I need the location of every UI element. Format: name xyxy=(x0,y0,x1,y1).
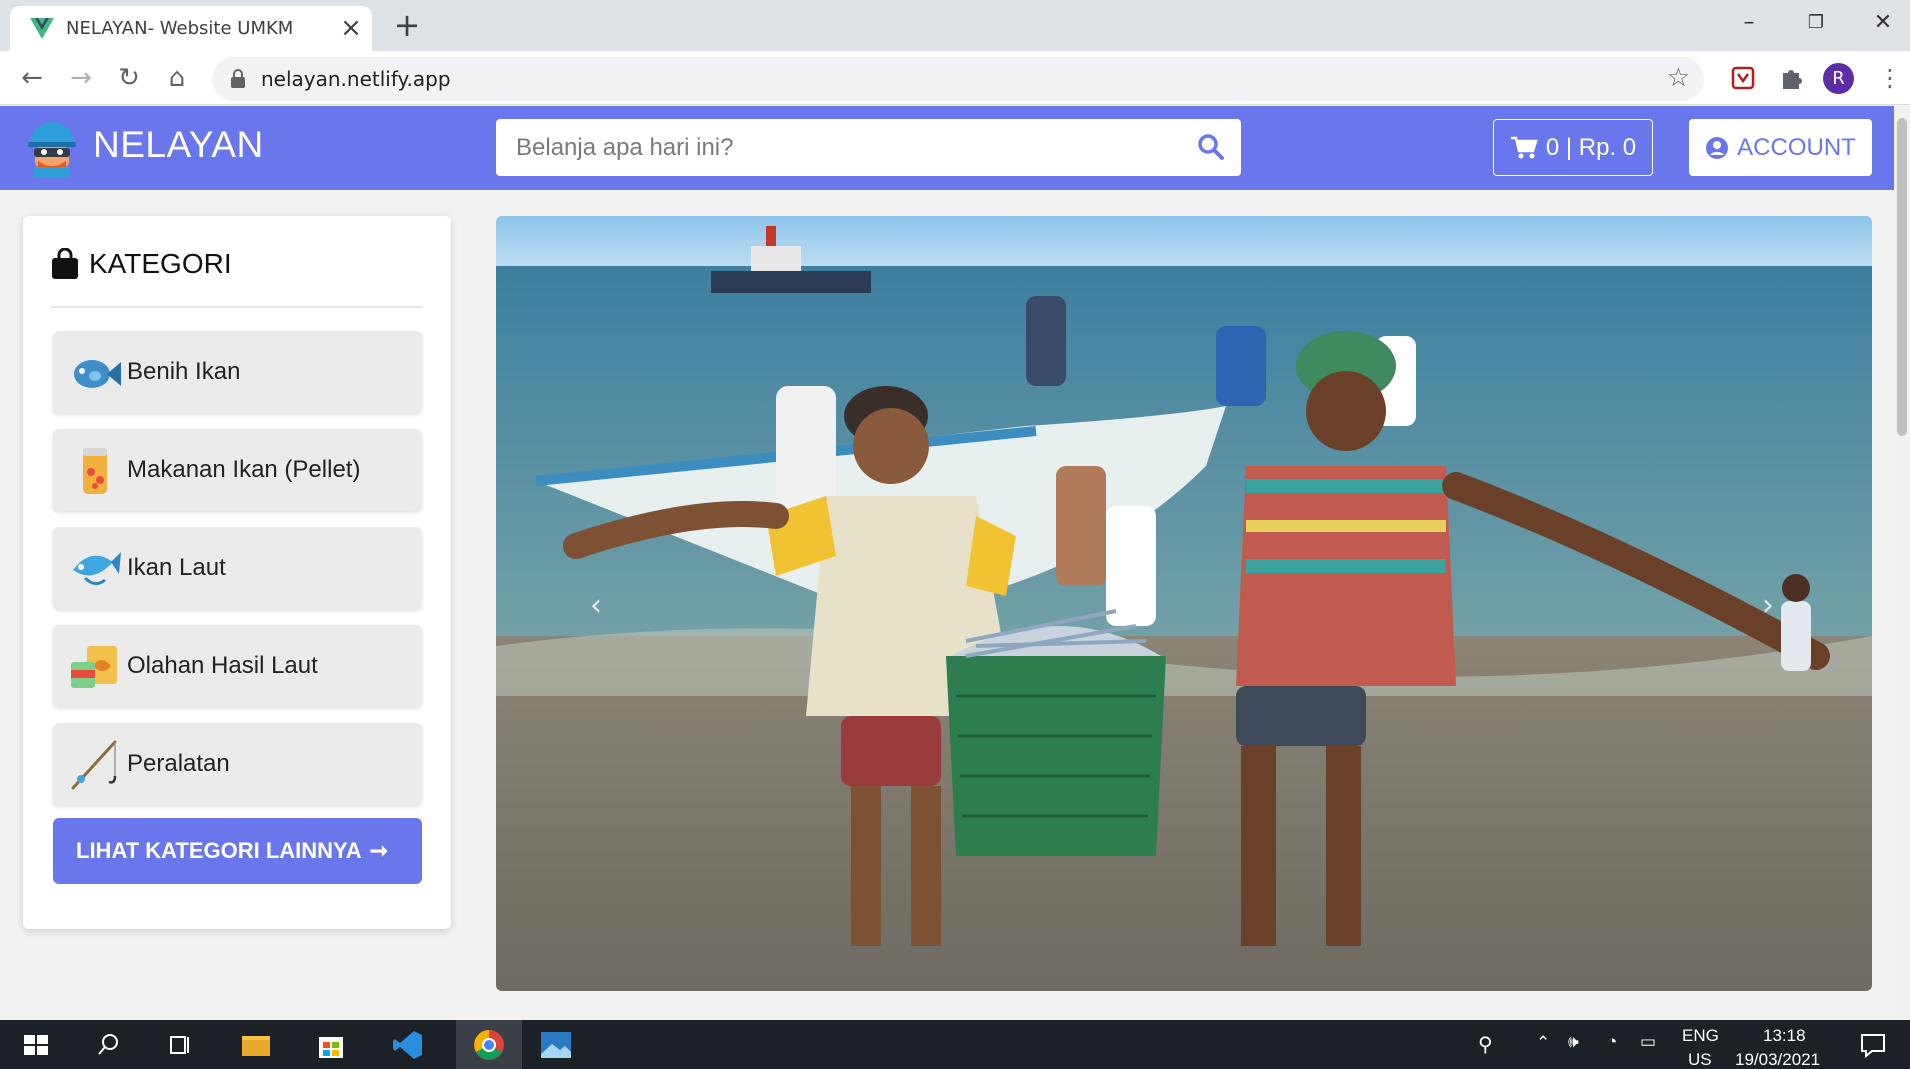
new-tab-button[interactable]: + xyxy=(390,8,424,42)
canned-seafood-icon xyxy=(71,646,117,688)
browser-menu-icon[interactable]: ⋮ xyxy=(1878,63,1902,93)
user-circle-icon xyxy=(1706,136,1729,159)
category-item-benih-ikan[interactable]: Benih Ikan xyxy=(53,331,422,413)
microsoft-store-icon[interactable] xyxy=(313,1028,349,1062)
shopping-cart-icon xyxy=(1510,136,1538,158)
language-region: US xyxy=(1688,1050,1712,1069)
vscode-icon[interactable] xyxy=(390,1028,426,1062)
vue-logo-icon xyxy=(30,18,54,39)
clock-time[interactable]: 13:18 xyxy=(1763,1026,1806,1046)
account-label: ACCOUNT xyxy=(1737,133,1856,161)
lock-icon xyxy=(231,69,245,88)
scrollbar-thumb[interactable] xyxy=(1897,118,1907,436)
browser-tab[interactable]: NELAYAN- Website UMKM × xyxy=(10,6,372,51)
profile-avatar[interactable]: R xyxy=(1823,63,1854,94)
category-title: KATEGORI xyxy=(89,248,232,279)
category-item-olahan-hasil-laut[interactable]: Olahan Hasil Laut xyxy=(53,625,422,707)
category-item-peralatan[interactable]: Peralatan xyxy=(53,723,422,805)
tab-title: NELAYAN- Website UMKM xyxy=(66,18,294,39)
category-label: Benih Ikan xyxy=(127,358,241,385)
arrow-right-icon: ➞ xyxy=(369,838,389,863)
category-divider xyxy=(51,306,423,308)
home-icon[interactable]: ⌂ xyxy=(159,60,195,96)
fish-food-can-icon xyxy=(83,448,107,494)
forward-arrow-icon[interactable]: → xyxy=(63,60,99,96)
category-item-ikan-laut[interactable]: Ikan Laut xyxy=(53,527,422,609)
chrome-icon xyxy=(474,1030,504,1060)
wifi-icon[interactable]: ◔ xyxy=(1607,1032,1617,1052)
hero-photo-fishermen xyxy=(496,216,1872,991)
photos-icon[interactable] xyxy=(538,1028,574,1062)
bookmark-star-icon[interactable]: ☆ xyxy=(1667,63,1690,93)
cart-button[interactable]: 0 | Rp. 0 xyxy=(1493,119,1653,176)
hero-carousel[interactable]: ‹ › xyxy=(496,216,1872,991)
chevron-up-icon[interactable]: ⌃ xyxy=(1536,1033,1550,1053)
battery-icon[interactable]: ▭ xyxy=(1640,1032,1656,1052)
back-arrow-icon[interactable]: ← xyxy=(14,60,50,96)
file-explorer-icon[interactable] xyxy=(238,1028,274,1062)
category-label: Peralatan xyxy=(127,750,230,777)
brand-name[interactable]: NELAYAN xyxy=(93,124,264,166)
minimize-window-button[interactable]: – xyxy=(1726,4,1772,42)
task-view-icon[interactable] xyxy=(162,1028,198,1062)
fisherman-logo-icon[interactable] xyxy=(22,118,82,178)
close-tab-icon[interactable]: × xyxy=(337,14,365,42)
category-panel: KATEGORI Benih Ikan Makanan Ikan (Pellet… xyxy=(23,216,451,929)
windows-start-icon[interactable] xyxy=(18,1028,54,1062)
account-button[interactable]: ACCOUNT xyxy=(1689,119,1872,176)
chrome-taskbar-active[interactable] xyxy=(456,1020,522,1069)
page-scrollbar[interactable] xyxy=(1894,106,1910,1020)
notifications-icon[interactable] xyxy=(1855,1028,1891,1062)
page-viewport: NELAYAN 0 | Rp. 0 ACCOUNT xyxy=(0,106,1894,1020)
cart-summary: 0 | Rp. 0 xyxy=(1545,133,1637,161)
search-input[interactable] xyxy=(516,119,1166,176)
close-window-button[interactable]: ✕ xyxy=(1860,4,1906,42)
category-item-makanan-ikan[interactable]: Makanan Ikan (Pellet) xyxy=(53,429,422,511)
search-bar xyxy=(496,119,1241,176)
windows-taskbar: ⚲ ⌃ 🕪 ◔ ▭ ENG US 13:18 19/03/2021 xyxy=(0,1020,1910,1069)
category-label: Ikan Laut xyxy=(127,554,226,581)
language-indicator[interactable]: ENG xyxy=(1682,1026,1719,1046)
volume-icon[interactable]: 🕪 xyxy=(1568,1032,1579,1052)
category-header: KATEGORI xyxy=(51,248,232,280)
sea-fish-icon xyxy=(73,552,121,585)
people-icon[interactable]: ⚲ xyxy=(1478,1032,1493,1057)
carousel-next-icon[interactable]: › xyxy=(1750,588,1786,624)
search-icon[interactable] xyxy=(90,1028,126,1062)
site-navbar: NELAYAN 0 | Rp. 0 ACCOUNT xyxy=(0,106,1894,190)
extensions-puzzle-icon[interactable] xyxy=(1776,63,1806,93)
browser-tab-strip: NELAYAN- Website UMKM × + – ❐ ✕ xyxy=(0,0,1910,51)
category-label: Olahan Hasil Laut xyxy=(127,652,318,679)
carousel-prev-icon[interactable]: ‹ xyxy=(578,588,614,624)
category-label: Makanan Ikan (Pellet) xyxy=(127,456,361,483)
shopping-bag-icon xyxy=(52,248,78,279)
url-text: nelayan.netlify.app xyxy=(261,67,451,91)
restore-window-button[interactable]: ❐ xyxy=(1793,4,1839,42)
more-categories-label: LIHAT KATEGORI LAINNYA xyxy=(76,838,362,863)
fishing-rod-icon xyxy=(71,740,117,790)
reload-icon[interactable]: ↻ xyxy=(111,60,147,96)
search-icon[interactable] xyxy=(1197,133,1225,161)
address-bar[interactable]: nelayan.netlify.app ☆ xyxy=(212,57,1704,101)
extension-shield-icon[interactable] xyxy=(1728,63,1758,93)
more-categories-button[interactable]: LIHAT KATEGORI LAINNYA ➞ xyxy=(53,818,422,884)
fish-seed-icon xyxy=(74,360,121,388)
browser-toolbar: ← → ↻ ⌂ nelayan.netlify.app ☆ R ⋮ xyxy=(0,51,1910,105)
clock-date[interactable]: 19/03/2021 xyxy=(1735,1050,1820,1069)
